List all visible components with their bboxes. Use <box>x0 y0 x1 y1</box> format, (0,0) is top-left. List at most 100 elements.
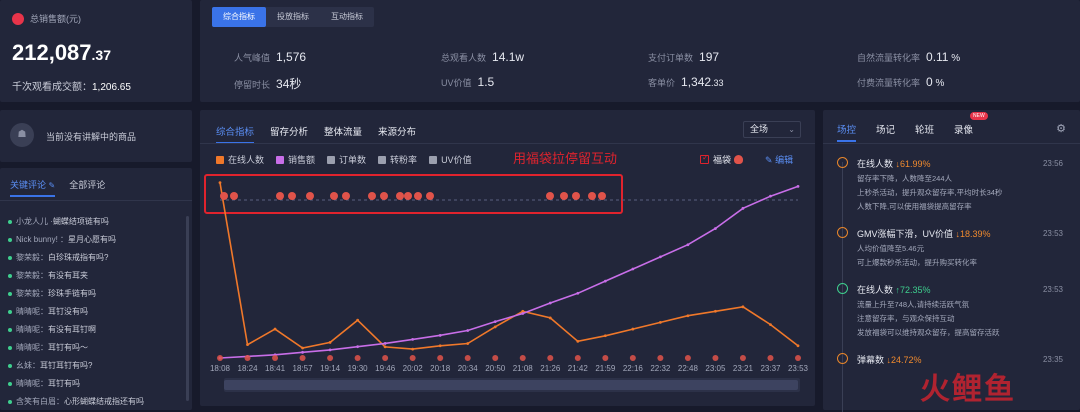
sales-point <box>218 356 222 360</box>
comment-item: 黎荣毅：白珍珠戒指有吗? <box>8 250 182 265</box>
sales-point <box>493 320 497 323</box>
event-item[interactable]: GMV涨幅下滑，UV价值 ↓18.39% 23:53 人均价值降至5.46元 可上爆款… <box>837 226 1063 270</box>
event-marker <box>629 355 636 361</box>
comment-text: 耳钉耳钉有吗? <box>40 361 93 370</box>
edit-pen-icon[interactable]: ✎ <box>49 181 56 190</box>
event-item[interactable]: 在线人数 ↑72.35% 23:53 流量上升至748人,请持续活跃气氛 注意留存率，… <box>837 282 1063 340</box>
online-point <box>576 339 580 343</box>
online-dot <box>8 291 12 296</box>
tab-side-video[interactable]: 录像 NEW <box>954 112 988 142</box>
event-detail-line: 上秒杀活动，提升观众留存率,平均时长34秒 <box>857 188 1003 197</box>
tab-all-comments[interactable]: 全部评论 <box>69 178 105 197</box>
legend-item[interactable]: 转粉率 <box>378 153 417 166</box>
online-dot <box>8 345 12 350</box>
legend-label: 订单数 <box>339 155 367 165</box>
chart-scroll-thumb[interactable] <box>224 380 798 390</box>
legend-swatch <box>276 155 285 164</box>
comment-scrollbar[interactable] <box>186 216 189 401</box>
event-marker <box>739 355 746 361</box>
gpm-row: 千次观看成交额：1,206.65 <box>12 78 131 93</box>
sales-point <box>411 337 415 341</box>
tab-side-shift[interactable]: 轮班 <box>915 122 934 142</box>
x-tick-label: 18:24 <box>238 364 259 373</box>
comment-author: 黎荣毅： <box>16 253 48 262</box>
sales-amount: 212,087.37 <box>12 40 111 66</box>
chart-scrollbar[interactable] <box>224 378 800 392</box>
product-panel: ☗ 当前没有讲解中的商品 <box>0 110 192 162</box>
tab-chart-overall[interactable]: 综合指标 <box>216 124 255 144</box>
tab-metric-ads[interactable]: 投放指标 <box>266 7 320 27</box>
tab-metric-overall[interactable]: 综合指标 <box>212 7 266 27</box>
comment-text: 心形蝴蝶结戒指还有吗 <box>64 397 144 406</box>
tab-side-record[interactable]: 场记 <box>876 122 895 142</box>
sales-label-row: 总销售额(元) <box>12 12 81 25</box>
online-point <box>246 343 249 347</box>
legend-item[interactable]: UV价值 <box>429 153 472 166</box>
side-tabs: 场控 场记 轮班 录像 NEW <box>837 112 988 142</box>
legend-item[interactable]: 订单数 <box>327 153 366 166</box>
fudai-checkbox[interactable]: ✓ <box>700 153 709 164</box>
sales-point <box>383 342 387 345</box>
online-point <box>741 305 745 309</box>
online-point <box>548 316 552 320</box>
event-marker <box>354 355 361 361</box>
event-list: 在线人数 ↓61.99% 23:56 留存率下降，人数降至244人 上秒杀活动，提升观… <box>837 156 1063 380</box>
comment-text: 珍珠手链有吗 <box>48 289 96 298</box>
chart-legend: 在线人数 销售额 订单数 转粉率 UV价值 <box>216 153 484 166</box>
event-detail-line: 可上爆款秒杀活动，提升购买转化率 <box>857 258 977 267</box>
tab-key-comments[interactable]: 关键评论 ✎ <box>10 178 56 197</box>
x-tick-label: 23:05 <box>705 364 726 373</box>
x-tick-label: 22:32 <box>650 364 671 373</box>
event-detail-line: 发放福袋可以维持观众留存，提高留存活跃 <box>857 328 1000 337</box>
sales-point <box>603 279 607 283</box>
metric-uv-value: UV价值 1.5 <box>441 75 495 89</box>
comment-item: 黎荣毅：有没有耳夹 <box>8 268 182 283</box>
online-dot <box>8 309 12 314</box>
sales-point <box>301 350 304 354</box>
event-status-icon <box>837 353 848 364</box>
sales-point <box>714 227 717 230</box>
event-item[interactable]: 在线人数 ↓61.99% 23:56 留存率下降，人数降至244人 上秒杀活动，提升观… <box>837 156 1063 214</box>
sales-label: 总销售额(元) <box>30 14 81 24</box>
legend-swatch <box>429 155 438 164</box>
x-tick-label: 21:08 <box>513 364 534 373</box>
comment-author: Nick bunny! ： <box>16 235 69 244</box>
tab-chart-source[interactable]: 来源分布 <box>378 124 416 144</box>
settings-gear-icon[interactable]: ⚙ <box>1056 122 1066 135</box>
sales-icon <box>12 12 24 25</box>
event-marker <box>712 355 719 361</box>
tab-chart-traffic[interactable]: 整体流量 <box>324 124 362 144</box>
legend-item[interactable]: 销售额 <box>276 153 315 166</box>
x-tick-label: 19:14 <box>320 364 341 373</box>
tab-side-control[interactable]: 场控 <box>837 122 857 142</box>
chart-panel: 综合指标 留存分析 整体流量 来源分布 全场 ⌄ 在线人数 销售额 订单数 转粉率 UV… <box>200 110 815 406</box>
online-dot <box>8 381 12 386</box>
x-tick-label: 18:08 <box>210 364 231 373</box>
scope-select[interactable]: 全场 ⌄ <box>743 121 801 138</box>
online-point <box>631 327 635 331</box>
legend-label: 在线人数 <box>228 155 265 165</box>
comment-item: 小龙人儿 ·蝴蝶结项链有吗 <box>8 214 182 229</box>
tab-metric-interaction[interactable]: 互动指标 <box>320 7 374 27</box>
x-tick-label: 22:48 <box>678 364 699 373</box>
sales-amount-dec: .37 <box>91 47 111 63</box>
legend-item[interactable]: 在线人数 <box>216 153 264 166</box>
online-point <box>383 345 387 349</box>
x-tick-label: 20:34 <box>458 364 479 373</box>
event-detail-line: 人数下降,可以使用福袋提高留存率 <box>857 202 972 211</box>
comment-text: 有没有耳夹 <box>48 271 88 280</box>
tab-chart-retention[interactable]: 留存分析 <box>270 124 308 144</box>
comment-item: 晴晴呢：耳钉有吗 <box>8 376 182 391</box>
event-marker <box>464 355 471 361</box>
event-change: ↑72.35% <box>895 285 931 295</box>
comment-author: 小龙人儿 · <box>16 217 53 226</box>
event-marker <box>382 355 389 361</box>
comment-divider <box>0 200 192 201</box>
edit-link[interactable]: ✎ 编辑 <box>765 153 793 166</box>
sales-point <box>548 301 552 305</box>
watermark-logo: 火鲤鱼 <box>920 364 1016 408</box>
product-avatar-icon: ☗ <box>10 123 34 147</box>
fudai-toggle[interactable]: ✓ 福袋 <box>700 153 744 166</box>
online-point <box>301 346 304 350</box>
event-time: 23:35 <box>1042 355 1063 364</box>
